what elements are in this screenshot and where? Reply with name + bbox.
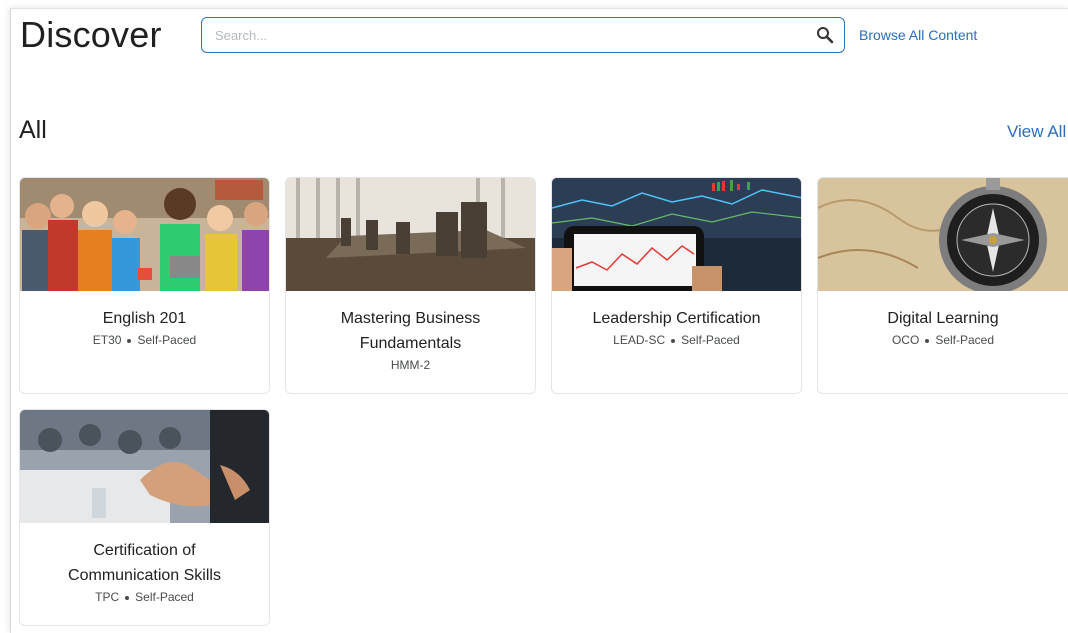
view-all-link[interactable]: View All: [1007, 122, 1066, 142]
course-pace: Self-Paced: [137, 333, 197, 347]
browse-all-content-link[interactable]: Browse All Content: [859, 27, 977, 43]
course-code: TPC: [95, 590, 120, 604]
section-title: All: [19, 116, 47, 144]
course-meta: HMM-2: [296, 358, 525, 372]
separator-dot: [125, 595, 130, 600]
course-pace: Self-Paced: [681, 333, 740, 347]
course-title: Certification of Communication Skills: [68, 542, 221, 584]
course-title: Leadership Certification: [592, 310, 761, 327]
course-image-speaker: [20, 410, 269, 523]
course-code: OCO: [891, 333, 920, 347]
course-card-mastering-business-fundamentals[interactable]: Mastering Business Fundamentals HMM-2: [285, 177, 536, 394]
separator-dot: [127, 338, 132, 343]
course-code: LEAD-SC: [613, 333, 666, 347]
course-code: HMM-2: [390, 358, 431, 372]
course-image-boardroom: [286, 178, 535, 291]
search-icon[interactable]: [816, 26, 834, 44]
course-meta: ET30 Self-Paced: [30, 333, 259, 347]
search-box[interactable]: [201, 17, 845, 53]
course-card-leadership-certification[interactable]: Leadership Certification LEAD-SC Self-Pac…: [551, 177, 802, 394]
course-image-compass: [818, 178, 1068, 291]
course-image-stock-charts: [552, 178, 801, 291]
course-image-students: [20, 178, 269, 291]
search-input[interactable]: [202, 18, 805, 52]
course-code: ET30: [92, 333, 122, 347]
separator-dot: [671, 338, 676, 343]
separator-dot: [925, 338, 930, 343]
course-pace: Self-Paced: [935, 333, 995, 347]
course-card-digital-learning[interactable]: Digital Learning OCO Self-Paced: [817, 177, 1068, 394]
course-pace: Self-Paced: [135, 590, 194, 604]
course-title: English 201: [102, 310, 187, 327]
course-title: Digital Learning: [887, 310, 999, 327]
course-title: Mastering Business Fundamentals: [340, 310, 481, 352]
course-meta: TPC Self-Paced: [30, 590, 259, 604]
course-meta: LEAD-SC Self-Paced: [562, 333, 791, 347]
course-card-communication-skills[interactable]: Certification of Communication Skills TP…: [19, 409, 270, 626]
course-card-english-201[interactable]: English 201 ET30 Self-Paced: [19, 177, 270, 394]
course-meta: OCO Self-Paced: [828, 333, 1058, 347]
page-title: Discover: [20, 14, 162, 55]
